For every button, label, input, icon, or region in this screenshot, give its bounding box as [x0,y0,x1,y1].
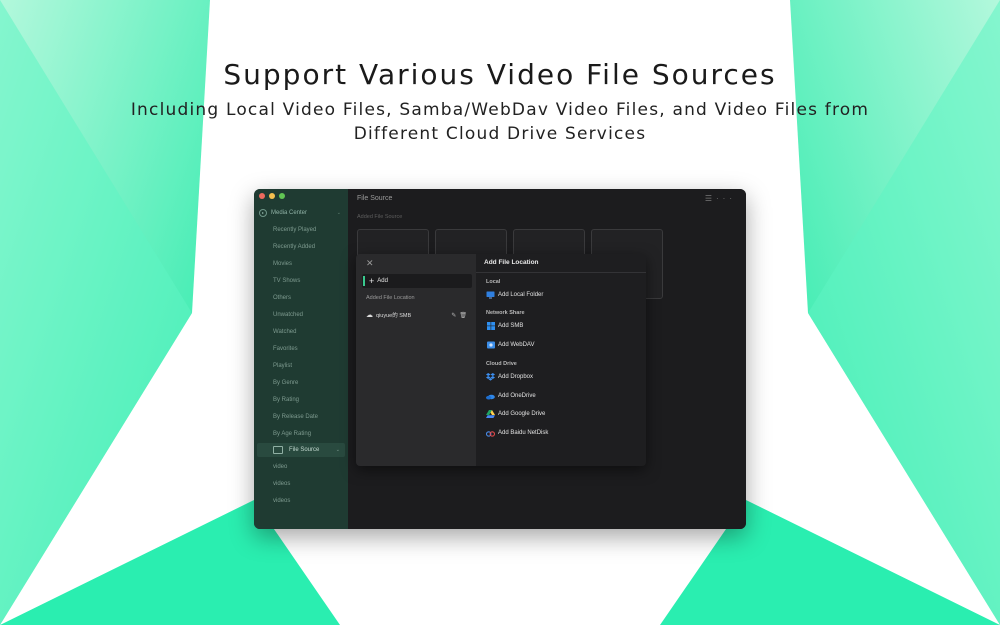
sidebar-group-media-center[interactable]: ▸ Media Center ⌄ [259,207,345,219]
add-label: Add [377,278,388,284]
sidebar-item-unwatched[interactable]: Unwatched [254,307,348,324]
close-icon[interactable]: ✕ [366,258,374,269]
dialog-title: Add File Location [484,259,539,266]
media-center-icon: ▸ [259,209,267,217]
sidebar: ▸ Media Center ⌄ Recently Played Recentl… [254,189,348,529]
sidebar-item-by-genre[interactable]: By Genre [254,375,348,392]
window-controls [259,193,285,199]
sidebar-item-watched[interactable]: Watched [254,324,348,341]
webdav-folder-icon [486,341,495,349]
page-title: File Source [357,195,393,202]
add-smb-option[interactable]: Add SMB [486,321,523,331]
option-label: Add SMB [498,323,524,329]
subheadline: Including Local Video Files, Samba/WebDa… [130,100,870,144]
sidebar-item-movies[interactable]: Movies [254,256,348,273]
trash-icon[interactable]: 🗑 [459,313,470,319]
sidebar-item-source[interactable]: video [254,459,348,476]
location-name: qiuyue的 SMB [376,313,412,319]
add-dropbox-option[interactable]: Add Dropbox [486,372,533,382]
close-window-button[interactable] [259,193,265,199]
section-local-heading: Local [486,279,501,285]
baidu-netdisk-icon [486,429,495,437]
zoom-window-button[interactable] [279,193,285,199]
sidebar-item-tv-shows[interactable]: TV Shows [254,273,348,290]
add-google-drive-option[interactable]: Add Google Drive [486,409,545,419]
location-item[interactable]: ☁ qiuyue的 SMB ✎🗑 [366,310,470,320]
add-file-location-dialog: ✕ + Add Added File Location ☁ qiuyue的 SM… [356,254,646,466]
section-label: Added File Source [357,214,403,220]
monitor-icon [486,291,495,299]
chevron-down-icon: ⌄ [336,210,341,216]
option-label: Add Local Folder [498,292,544,298]
sidebar-item-source[interactable]: videos [254,476,348,493]
added-location-heading: Added File Location [366,295,415,301]
option-label: Add WebDAV [498,342,535,348]
selection-indicator [363,276,365,286]
sidebar-list: Recently Played Recently Added Movies TV… [254,222,348,443]
list-view-icon[interactable]: ☰ [705,194,716,203]
option-label: Add OneDrive [498,393,536,399]
headline: Support Various Video File Sources [223,58,777,91]
sidebar-file-source-list: video videos videos [254,459,348,510]
sidebar-item-recently-added[interactable]: Recently Added [254,239,348,256]
section-cloud-heading: Cloud Drive [486,361,517,367]
sidebar-item-recently-played[interactable]: Recently Played [254,222,348,239]
dialog-left-pane: ✕ + Add Added File Location ☁ qiuyue的 SM… [356,254,476,466]
onedrive-icon [486,392,495,400]
add-local-folder-option[interactable]: Add Local Folder [486,290,543,300]
sidebar-item-playlist[interactable]: Playlist [254,358,348,375]
option-label: Add Baidu NetDisk [498,430,549,436]
minimize-window-button[interactable] [269,193,275,199]
add-button[interactable]: + Add [362,274,472,288]
sidebar-item-source[interactable]: videos [254,493,348,510]
dropbox-icon [486,373,495,381]
sidebar-item-by-rating[interactable]: By Rating [254,392,348,409]
chevron-down-icon: ⌄ [335,447,340,453]
more-icon[interactable]: ··· [716,194,736,203]
add-onedrive-option[interactable]: Add OneDrive [486,391,536,401]
toolbar: ☰··· [705,194,736,203]
plus-icon: + [369,276,375,286]
option-label: Add Dropbox [498,374,534,380]
sidebar-item-others[interactable]: Others [254,290,348,307]
section-network-heading: Network Share [486,310,525,316]
sidebar-group-label: Media Center [271,210,308,216]
option-label: Add Google Drive [498,411,546,417]
folder-icon [273,446,283,454]
sidebar-item-favorites[interactable]: Favorites [254,341,348,358]
sidebar-item-label: File Source [289,447,320,453]
sidebar-item-by-age-rating[interactable]: By Age Rating [254,426,348,443]
divider [476,272,646,273]
windows-icon [486,322,495,330]
sidebar-item-by-release-date[interactable]: By Release Date [254,409,348,426]
add-baidu-netdisk-option[interactable]: Add Baidu NetDisk [486,428,548,438]
google-drive-icon [486,410,495,418]
add-webdav-option[interactable]: Add WebDAV [486,340,534,350]
cloud-icon: ☁ [366,312,373,319]
dialog-right-pane: Add File Location Local Add Local Folder… [476,254,646,466]
sidebar-item-file-source[interactable]: File Source ⌄ [257,443,345,457]
